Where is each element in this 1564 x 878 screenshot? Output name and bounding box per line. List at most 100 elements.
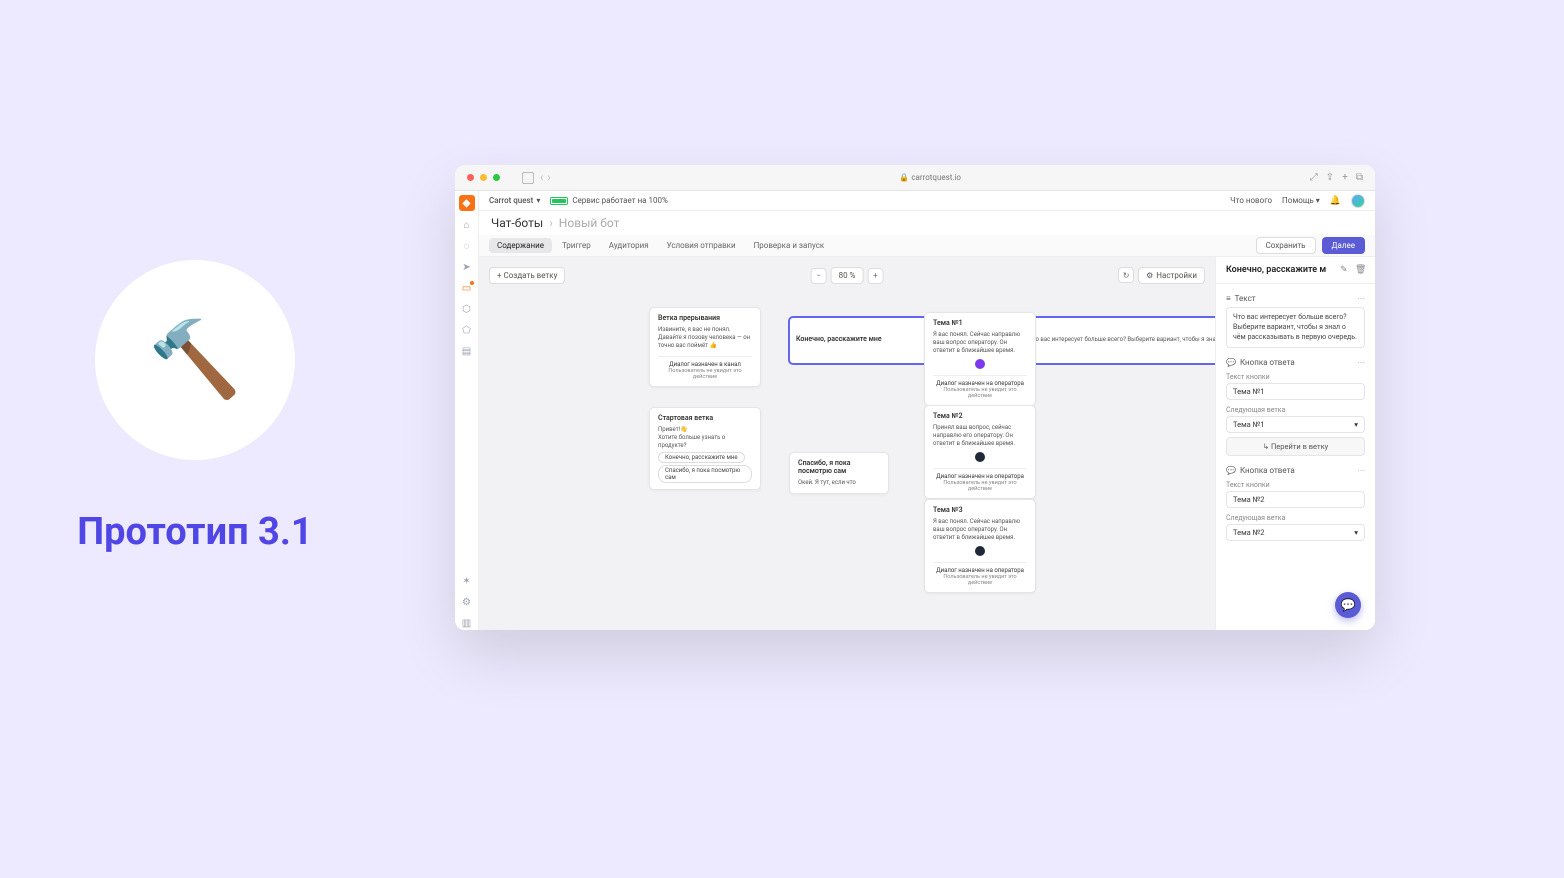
goto-branch-button[interactable]: ↳ Перейти в ветку — [1226, 437, 1365, 456]
delete-icon[interactable]: 🗑 — [1355, 265, 1365, 275]
rail-settings-icon[interactable]: ⚙ — [460, 595, 474, 609]
edit-icon[interactable]: ✎ — [1340, 265, 1350, 275]
notifications-icon[interactable]: 🔔 — [1330, 196, 1341, 206]
text-value[interactable]: Что вас интересует больше всего? Выберит… — [1226, 307, 1365, 348]
share-icon[interactable]: ⇪ — [1326, 172, 1334, 183]
node-meta: Диалог назначен в канал Пользователь не … — [658, 356, 752, 380]
traffic-min-icon[interactable] — [480, 174, 487, 181]
section-more-icon[interactable]: ⋯ — [1357, 294, 1365, 303]
url-text: carrotquest.io — [911, 173, 961, 182]
section-answer-2: 💬 Кнопка ответа ⋯ Текст кнопки Следующая… — [1226, 466, 1365, 541]
user-avatar[interactable] — [1351, 194, 1365, 208]
tab-review[interactable]: Проверка и запуск — [746, 238, 833, 253]
rail-send-icon[interactable]: ➤ — [460, 260, 474, 274]
rail-home-icon[interactable]: ⌂ — [460, 218, 474, 232]
chat-fab-button[interactable]: 💬 — [1335, 592, 1361, 618]
answer-text-input[interactable] — [1226, 491, 1365, 508]
zoom-in-button[interactable]: + — [867, 268, 883, 284]
node-chip[interactable]: Конечно, расскажите мне — [658, 452, 745, 463]
app: ◆ ⌂ ◌ ➤ ▭ ⬡ ⬠ ▤ ✶ ⚙ ▥ Carrot quest ▾ Се — [455, 191, 1375, 630]
node-title: Ветка прерывания — [658, 314, 752, 322]
node-body: Я вас понял. Сейчас направлю ваш вопрос … — [933, 518, 1027, 542]
field-label: Следующая ветка — [1226, 406, 1365, 414]
reader-icon[interactable]: ⤢ — [1310, 172, 1318, 183]
node-body: Окей. Я тут, если что — [798, 479, 880, 487]
url-bar[interactable]: 🔒 carrotquest.io — [557, 173, 1304, 182]
next-branch-select[interactable]: Тема №1 ▾ — [1226, 416, 1365, 433]
zoom-out-button[interactable]: − — [811, 268, 827, 284]
node-body: Привет!👋 Хотите больше узнать о продукте… — [658, 426, 752, 450]
node-topic-3[interactable]: Тема №3 Я вас понял. Сейчас направлю ваш… — [924, 499, 1036, 593]
editor-area: + Создать ветку − 80 % + ↻ ⚙ Настройки — [479, 257, 1375, 630]
field-label: Текст кнопки — [1226, 373, 1365, 381]
section-more-icon[interactable]: ⋯ — [1357, 466, 1365, 475]
status-text: Сервис работает на 100% — [572, 196, 668, 205]
tab-conditions[interactable]: Условия отправки — [659, 238, 744, 253]
section-more-icon[interactable]: ⋯ — [1357, 358, 1365, 367]
chevron-right-icon: › — [549, 216, 553, 230]
node-body: Извините, я вас не понял. Давайте я позо… — [658, 326, 752, 350]
rail-addon-icon[interactable]: ✶ — [460, 574, 474, 588]
tab-trigger[interactable]: Триггер — [554, 238, 599, 253]
status-battery-icon — [550, 197, 568, 205]
node-title: Тема №1 — [933, 319, 1027, 327]
tab-audience[interactable]: Аудитория — [601, 238, 657, 253]
nav-fwd-icon[interactable]: › — [547, 171, 550, 184]
operator-avatar-icon — [975, 452, 985, 462]
nav-back-icon[interactable]: ‹ — [540, 171, 543, 184]
workspace-name: Carrot quest — [489, 196, 533, 205]
answer-text-input[interactable] — [1226, 383, 1365, 400]
section-answer-1: 💬 Кнопка ответа ⋯ Текст кнопки Следующая… — [1226, 358, 1365, 456]
operator-avatar-icon — [975, 546, 985, 556]
help-menu[interactable]: Помощь ▾ — [1282, 196, 1320, 205]
traffic-max-icon[interactable] — [493, 174, 500, 181]
section-label: Текст — [1235, 294, 1256, 303]
node-title: Стартовая ветка — [658, 414, 752, 422]
canvas[interactable]: + Создать ветку − 80 % + ↻ ⚙ Настройки — [479, 257, 1215, 630]
rail-knowledge-icon[interactable]: ⬠ — [460, 323, 474, 337]
settings-button[interactable]: ⚙ Настройки — [1138, 267, 1205, 284]
create-branch-button[interactable]: + Создать ветку — [489, 267, 565, 284]
node-title: Тема №3 — [933, 506, 1027, 514]
section-label: Кнопка ответа — [1240, 358, 1295, 367]
rail-data-icon[interactable]: ▥ — [460, 616, 474, 630]
field-label: Следующая ветка — [1226, 514, 1365, 522]
tabs-icon[interactable]: ⧉ — [1356, 172, 1363, 183]
node-meta: Диалог назначен на оператора Пользовател… — [933, 468, 1027, 492]
next-branch-select[interactable]: Тема №2 ▾ — [1226, 524, 1365, 541]
chevron-down-icon: ▾ — [1316, 196, 1320, 205]
next-button[interactable]: Далее — [1322, 237, 1365, 254]
node-interrupt[interactable]: Ветка прерывания Извините, я вас не поня… — [649, 307, 761, 387]
breadcrumb-root[interactable]: Чат-боты — [491, 216, 543, 230]
node-browse[interactable]: Спасибо, я пока посмотрю сам Окей. Я тут… — [789, 452, 889, 494]
refresh-button[interactable]: ↻ — [1118, 267, 1134, 283]
node-body: Принял ваш вопрос, сейчас направлю его о… — [933, 424, 1027, 448]
sidebar-toggle-icon[interactable] — [522, 172, 534, 184]
node-body: Что вас интересует больше всего? Выберит… — [1029, 336, 1215, 344]
rail-bot-icon[interactable]: ⬡ — [460, 302, 474, 316]
intro-panel: 🔨 Прототип 3.1 — [45, 260, 345, 554]
save-button[interactable]: Сохранить — [1256, 237, 1316, 254]
new-tab-icon[interactable]: + — [1342, 172, 1348, 183]
chevron-down-icon: ▾ — [1354, 420, 1358, 429]
inspector-panel: Конечно, расскажите м ✎ 🗑 ≡ Текст ⋯ — [1215, 257, 1375, 630]
rail-users-icon[interactable]: ◌ — [460, 239, 474, 253]
node-start[interactable]: Стартовая ветка Привет!👋 Хотите больше у… — [649, 407, 761, 490]
rail-reports-icon[interactable]: ▤ — [460, 344, 474, 358]
node-chip[interactable]: Спасибо, я пока посмотрю сам — [658, 465, 752, 483]
node-topic-2[interactable]: Тема №2 Принял ваш вопрос, сейчас направ… — [924, 405, 1036, 499]
whats-new-link[interactable]: Что нового — [1230, 196, 1272, 205]
node-title: Спасибо, я пока посмотрю сам — [798, 459, 880, 475]
rail-chats-icon[interactable]: ▭ — [460, 281, 474, 295]
node-topic-1[interactable]: Тема №1 Я вас понял. Сейчас направлю ваш… — [924, 312, 1036, 406]
chat-icon: 💬 — [1341, 598, 1356, 612]
tab-content[interactable]: Содержание — [489, 238, 552, 253]
inspector-header: Конечно, расскажите м ✎ 🗑 — [1216, 257, 1375, 284]
workspace-switcher[interactable]: Carrot quest ▾ — [489, 196, 540, 205]
node-meta: Диалог назначен на оператора Пользовател… — [933, 375, 1027, 399]
app-logo-icon[interactable]: ◆ — [459, 195, 475, 211]
inspector-body: ≡ Текст ⋯ Что вас интересует больше всег… — [1216, 284, 1375, 630]
breadcrumb-current: Новый бот — [559, 216, 620, 230]
zoom-level[interactable]: 80 % — [831, 267, 864, 284]
traffic-close-icon[interactable] — [467, 174, 474, 181]
